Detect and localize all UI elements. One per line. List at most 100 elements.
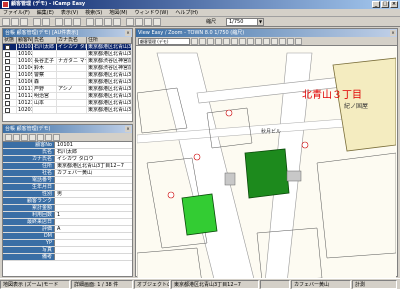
search-icon[interactable] — [86, 17, 94, 26]
row-checkbox[interactable] — [5, 45, 10, 50]
preview-icon[interactable] — [42, 17, 50, 26]
layer-icon[interactable] — [144, 17, 152, 26]
field-value[interactable] — [55, 198, 132, 204]
row-checkbox[interactable] — [5, 52, 10, 57]
menu-view[interactable]: 表示(V) — [61, 9, 78, 16]
row-checkbox[interactable] — [5, 94, 10, 99]
copy-icon[interactable] — [64, 17, 72, 26]
table-row[interactable]: 10121 山本 東京都港区北青山3丁 — [3, 100, 132, 107]
field-row: 性別男 — [3, 191, 132, 198]
menu-file[interactable]: ファイル(F) — [3, 9, 30, 16]
scale-select[interactable]: 1/750 ▼ — [226, 18, 264, 26]
table-row[interactable]: 10201 東京都港区北青山3丁 — [3, 107, 132, 114]
field-value[interactable]: 石川太郎 — [55, 149, 132, 155]
measure-icon[interactable] — [223, 37, 230, 45]
help-icon[interactable] — [295, 37, 302, 45]
field-value[interactable] — [55, 205, 132, 211]
menu-map[interactable]: 地図(M) — [109, 9, 127, 16]
zoom-in-icon[interactable] — [207, 37, 214, 45]
refresh-icon[interactable] — [247, 37, 254, 45]
record-first-icon[interactable] — [5, 133, 12, 141]
col-check[interactable]: 状態 — [3, 37, 17, 43]
save-icon[interactable] — [53, 133, 60, 141]
record-next-icon[interactable] — [37, 133, 44, 141]
highlight-building-1[interactable] — [244, 148, 290, 199]
table-row[interactable]: 10105 警察 東京都港区北青山3丁 — [3, 72, 132, 79]
print-icon[interactable] — [255, 37, 262, 45]
zoom-in-icon[interactable] — [104, 17, 112, 26]
info-icon[interactable] — [271, 37, 278, 45]
close-icon[interactable]: × — [390, 30, 396, 36]
col-code[interactable]: 顧客No — [17, 37, 33, 43]
chevron-down-icon[interactable]: ▼ — [257, 19, 263, 25]
close-button[interactable]: × — [390, 1, 398, 8]
row-checkbox[interactable] — [5, 87, 10, 92]
table-icon[interactable] — [126, 17, 134, 26]
save-icon[interactable] — [20, 17, 28, 26]
field-value[interactable] — [55, 219, 132, 225]
zoom-out-icon[interactable] — [113, 17, 121, 26]
table-row[interactable]: 10112 明治宮 東京都港区北青山3丁 — [3, 93, 132, 100]
col-name[interactable]: 氏名 — [33, 37, 57, 43]
cut-icon[interactable] — [55, 17, 63, 26]
pointer-icon[interactable] — [191, 37, 198, 45]
delete-icon[interactable] — [21, 133, 28, 141]
row-checkbox[interactable] — [5, 73, 10, 78]
close-icon[interactable]: × — [125, 30, 131, 36]
col-kana[interactable]: カナ氏名 — [57, 37, 87, 43]
pan-icon[interactable] — [199, 37, 206, 45]
field-value[interactable] — [55, 254, 132, 260]
paste-icon[interactable] — [73, 17, 81, 26]
table-row[interactable]: 10104鈴木 東京都渋谷区神宮前5丁 — [3, 65, 132, 72]
chart-icon[interactable] — [135, 17, 143, 26]
row-checkbox[interactable] — [5, 101, 10, 106]
zoom-out-icon[interactable] — [215, 37, 222, 45]
open-icon[interactable] — [11, 17, 19, 26]
menu-window[interactable]: ウィンドウ(W) — [134, 9, 168, 16]
record-last-icon[interactable] — [45, 133, 52, 141]
highlight-building-2[interactable] — [181, 193, 218, 236]
record-prev-icon[interactable] — [13, 133, 20, 141]
draw-rect-icon[interactable] — [231, 37, 238, 45]
table-row[interactable]: 10103長谷正子ナガタニ マサコ東京都渋谷区神宮前5丁 — [3, 58, 132, 65]
table-row[interactable]: 10106 森 東京都港区北青山3丁 — [3, 79, 132, 86]
menu-edit[interactable]: 編集(E) — [37, 9, 54, 16]
draw-poly-icon[interactable] — [239, 37, 246, 45]
field-value[interactable] — [55, 247, 132, 253]
field-value[interactable]: A — [55, 226, 132, 232]
field-value[interactable]: カフェバー黄山 — [55, 170, 132, 176]
field-value[interactable]: 10101 — [55, 142, 132, 148]
field-value[interactable]: 1 — [55, 212, 132, 218]
layer-icon[interactable] — [263, 37, 270, 45]
export-icon[interactable] — [287, 37, 294, 45]
close-icon[interactable]: × — [125, 126, 131, 132]
print-icon[interactable] — [33, 17, 41, 26]
map-canvas[interactable]: 北青山３丁目 紀ノ国屋 秋月ビル — [137, 46, 396, 289]
row-checkbox[interactable] — [5, 80, 10, 85]
new-icon[interactable] — [2, 17, 10, 26]
field-value[interactable] — [55, 184, 132, 190]
settings-icon[interactable] — [279, 37, 286, 45]
menu-search[interactable]: 検索(S) — [85, 9, 102, 16]
help-icon[interactable] — [153, 17, 161, 26]
cell-kana — [57, 72, 87, 78]
row-checkbox[interactable] — [5, 108, 10, 113]
table-row[interactable]: 10101石川太郎イシカワ タロウ東京都港区北青山3丁目 — [3, 44, 132, 51]
row-checkbox[interactable] — [5, 59, 10, 64]
field-value[interactable]: イシカワ タロウ — [55, 156, 132, 162]
field-value[interactable] — [55, 177, 132, 183]
minimize-button[interactable]: _ — [372, 1, 380, 8]
map-icon[interactable] — [95, 17, 103, 26]
field-value[interactable] — [55, 233, 132, 239]
maximize-button[interactable]: □ — [381, 1, 389, 8]
table-row[interactable]: 10102 東京都港区北青山3丁目 — [3, 51, 132, 58]
col-address[interactable]: 住所 — [87, 37, 132, 43]
field-value[interactable]: 男 — [55, 191, 132, 197]
menu-help[interactable]: ヘルプ(H) — [175, 9, 198, 16]
table-row[interactable]: 10111 芦野 アシノ 東京都港区北青山3丁 — [3, 86, 132, 93]
field-value[interactable]: 東京都港区北青山3丁目12−7 — [55, 163, 132, 169]
row-checkbox[interactable] — [5, 66, 10, 71]
layer-select[interactable]: 顧客管理 (デモ) — [138, 37, 190, 45]
field-value[interactable] — [55, 240, 132, 246]
copy-icon[interactable] — [29, 133, 36, 141]
